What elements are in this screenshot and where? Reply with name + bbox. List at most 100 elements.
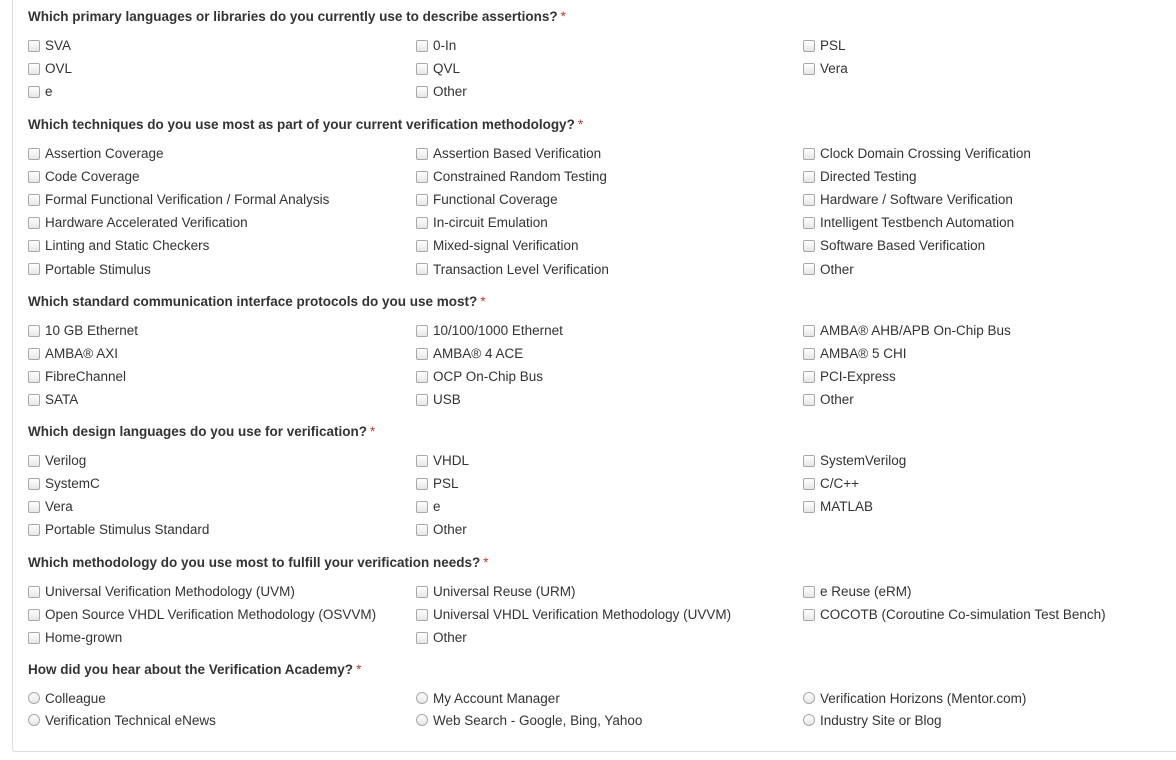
option-amba-5-chi[interactable]: AMBA® 5 CHI — [803, 342, 1168, 365]
checkbox[interactable] — [28, 393, 40, 406]
checkbox[interactable] — [28, 39, 40, 52]
option-my-account-manager[interactable]: My Account Manager — [416, 687, 803, 709]
checkbox[interactable] — [28, 170, 40, 183]
checkbox[interactable] — [28, 523, 40, 536]
radio-button[interactable] — [416, 692, 428, 704]
option-systemc[interactable]: SystemC — [28, 472, 416, 495]
option-amba-4-ace[interactable]: AMBA® 4 ACE — [416, 342, 803, 365]
checkbox[interactable] — [416, 193, 428, 206]
checkbox[interactable] — [28, 347, 40, 360]
radio-button[interactable] — [28, 714, 40, 726]
radio-button[interactable] — [28, 692, 40, 704]
option-psl[interactable]: PSL — [416, 472, 803, 495]
option-matlab[interactable]: MATLAB — [803, 495, 1168, 518]
option-vera[interactable]: Vera — [803, 57, 1168, 80]
checkbox[interactable] — [28, 608, 40, 621]
option-open-source-vhdl-verification-methodology-osvvm[interactable]: Open Source VHDL Verification Methodolog… — [28, 603, 416, 626]
option-functional-coverage[interactable]: Functional Coverage — [416, 188, 803, 211]
checkbox[interactable] — [416, 216, 428, 229]
option-ocp-on-chip-bus[interactable]: OCP On-Chip Bus — [416, 365, 803, 388]
option-pci-express[interactable]: PCI-Express — [803, 365, 1168, 388]
option-portable-stimulus-standard[interactable]: Portable Stimulus Standard — [28, 518, 416, 541]
checkbox[interactable] — [28, 500, 40, 513]
option-c-c[interactable]: C/C++ — [803, 472, 1168, 495]
option-0-in[interactable]: 0-In — [416, 34, 803, 57]
option-transaction-level-verification[interactable]: Transaction Level Verification — [416, 257, 803, 280]
checkbox[interactable] — [416, 500, 428, 513]
checkbox[interactable] — [28, 477, 40, 490]
option-universal-verification-methodology-uvm[interactable]: Universal Verification Methodology (UVM) — [28, 580, 416, 603]
checkbox[interactable] — [416, 585, 428, 598]
checkbox[interactable] — [416, 477, 428, 490]
radio-button[interactable] — [803, 714, 815, 726]
option-directed-testing[interactable]: Directed Testing — [803, 165, 1168, 188]
checkbox[interactable] — [28, 147, 40, 160]
checkbox[interactable] — [28, 239, 40, 252]
option-assertion-based-verification[interactable]: Assertion Based Verification — [416, 142, 803, 165]
checkbox[interactable] — [416, 631, 428, 644]
option-verification-horizons-mentor-com[interactable]: Verification Horizons (Mentor.com) — [803, 687, 1168, 709]
option-linting-and-static-checkers[interactable]: Linting and Static Checkers — [28, 234, 416, 257]
checkbox[interactable] — [416, 454, 428, 467]
option-cocotb-coroutine-co-simulation-test-bench[interactable]: COCOTB (Coroutine Co-simulation Test Ben… — [803, 603, 1168, 626]
checkbox[interactable] — [416, 85, 428, 98]
option-other[interactable]: Other — [803, 388, 1168, 411]
checkbox[interactable] — [803, 216, 815, 229]
checkbox[interactable] — [803, 347, 815, 360]
option-amba-axi[interactable]: AMBA® AXI — [28, 342, 416, 365]
radio-button[interactable] — [416, 714, 428, 726]
checkbox[interactable] — [803, 39, 815, 52]
option-10-gb-ethernet[interactable]: 10 GB Ethernet — [28, 319, 416, 342]
option-colleague[interactable]: Colleague — [28, 687, 416, 709]
checkbox[interactable] — [416, 608, 428, 621]
checkbox[interactable] — [803, 263, 815, 276]
option-code-coverage[interactable]: Code Coverage — [28, 165, 416, 188]
option-hardware-accelerated-verification[interactable]: Hardware Accelerated Verification — [28, 211, 416, 234]
checkbox[interactable] — [803, 500, 815, 513]
checkbox[interactable] — [803, 608, 815, 621]
option-mixed-signal-verification[interactable]: Mixed-signal Verification — [416, 234, 803, 257]
checkbox[interactable] — [416, 263, 428, 276]
checkbox[interactable] — [803, 147, 815, 160]
checkbox[interactable] — [28, 85, 40, 98]
checkbox[interactable] — [803, 239, 815, 252]
option-sata[interactable]: SATA — [28, 388, 416, 411]
option-formal-functional-verification-formal-analysis[interactable]: Formal Functional Verification / Formal … — [28, 188, 416, 211]
checkbox[interactable] — [803, 393, 815, 406]
checkbox[interactable] — [416, 523, 428, 536]
checkbox[interactable] — [28, 62, 40, 75]
option-other[interactable]: Other — [416, 518, 803, 541]
checkbox[interactable] — [803, 193, 815, 206]
checkbox[interactable] — [416, 393, 428, 406]
option-software-based-verification[interactable]: Software Based Verification — [803, 234, 1168, 257]
option-in-circuit-emulation[interactable]: In-circuit Emulation — [416, 211, 803, 234]
checkbox[interactable] — [416, 370, 428, 383]
checkbox[interactable] — [803, 585, 815, 598]
option-qvl[interactable]: QVL — [416, 57, 803, 80]
option-verification-technical-enews[interactable]: Verification Technical eNews — [28, 709, 416, 731]
checkbox[interactable] — [803, 324, 815, 337]
option-usb[interactable]: USB — [416, 388, 803, 411]
option-universal-vhdl-verification-methodology-uvvm[interactable]: Universal VHDL Verification Methodology … — [416, 603, 803, 626]
option-hardware-software-verification[interactable]: Hardware / Software Verification — [803, 188, 1168, 211]
checkbox[interactable] — [28, 585, 40, 598]
option-10-100-1000-ethernet[interactable]: 10/100/1000 Ethernet — [416, 319, 803, 342]
option-systemverilog[interactable]: SystemVerilog — [803, 449, 1168, 472]
option-vhdl[interactable]: VHDL — [416, 449, 803, 472]
option-other[interactable]: Other — [803, 257, 1168, 280]
checkbox[interactable] — [416, 62, 428, 75]
option-e-reuse-erm[interactable]: e Reuse (eRM) — [803, 580, 1168, 603]
option-vera[interactable]: Vera — [28, 495, 416, 518]
option-other[interactable]: Other — [416, 80, 803, 103]
option-assertion-coverage[interactable]: Assertion Coverage — [28, 142, 416, 165]
option-ovl[interactable]: OVL — [28, 57, 416, 80]
option-portable-stimulus[interactable]: Portable Stimulus — [28, 257, 416, 280]
checkbox[interactable] — [28, 216, 40, 229]
option-fibrechannel[interactable]: FibreChannel — [28, 365, 416, 388]
option-intelligent-testbench-automation[interactable]: Intelligent Testbench Automation — [803, 211, 1168, 234]
option-e[interactable]: e — [416, 495, 803, 518]
option-universal-reuse-urm[interactable]: Universal Reuse (URM) — [416, 580, 803, 603]
checkbox[interactable] — [28, 193, 40, 206]
checkbox[interactable] — [416, 347, 428, 360]
checkbox[interactable] — [803, 477, 815, 490]
